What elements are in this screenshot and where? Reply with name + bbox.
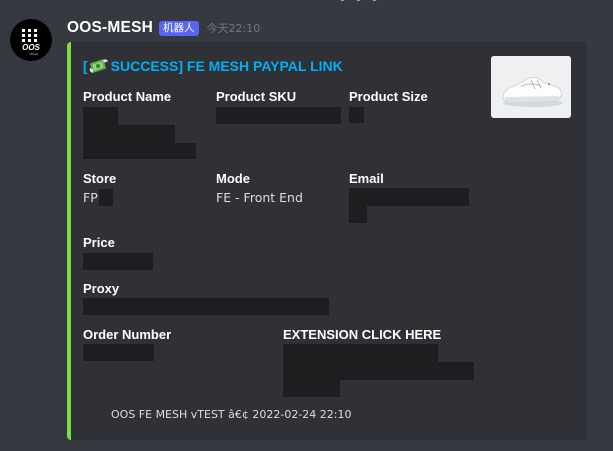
product-thumbnail[interactable] (491, 56, 571, 118)
redacted-value (83, 143, 196, 159)
message-hover-toolbar[interactable] (340, 0, 380, 2)
embed-card: [ SUCCESS] FE MESH PAYPAL LINK Product N… (67, 42, 587, 440)
avatar-logo-text: OOS (22, 43, 40, 52)
discord-message-view: OOS MESH OOS-MESH 机器人 今天22:10 [ SUCCESS]… (0, 0, 613, 451)
field-name-price: Price (83, 235, 115, 250)
field-name-store: Store (83, 171, 117, 186)
bot-tag: 机器人 (159, 20, 199, 36)
field-name-mode: Mode (216, 171, 250, 186)
field-value-store: FP (83, 190, 98, 205)
field-name-order-number: Order Number (83, 327, 172, 342)
redacted-value (83, 107, 118, 125)
embed-title-text: SUCCESS] FE MESH PAYPAL LINK (110, 58, 343, 74)
embed-title-prefix: [ (83, 58, 88, 74)
field-name-product-name: Product Name (83, 89, 172, 104)
field-name-proxy: Proxy (83, 281, 120, 296)
redacted-value (83, 253, 153, 270)
redacted-value (216, 107, 341, 124)
field-name-product-size: Product Size (349, 89, 428, 104)
embed-footer: OOS FE MESH vTEST â€¢ 2022-02-24 22:10 (111, 408, 352, 421)
money-with-wings-icon (89, 58, 109, 75)
field-name-email: Email (349, 171, 384, 186)
field-value-mode: FE - Front End (216, 190, 303, 205)
redacted-value (283, 380, 340, 397)
redacted-value (349, 206, 367, 223)
embed-title[interactable]: [ SUCCESS] FE MESH PAYPAL LINK (83, 56, 343, 76)
avatar-sub-text: MESH (30, 52, 39, 56)
username[interactable]: OOS-MESH (67, 19, 153, 37)
redacted-value (83, 344, 154, 361)
redacted-value (283, 344, 438, 362)
redacted-value (99, 189, 113, 206)
redacted-value (83, 125, 175, 143)
redacted-value (349, 107, 364, 123)
redacted-value (349, 188, 469, 206)
redacted-value (83, 298, 329, 315)
message-timestamp[interactable]: 今天22:10 (207, 20, 261, 36)
avatar[interactable]: OOS MESH (10, 19, 52, 61)
redacted-value (283, 362, 474, 380)
message-header: OOS-MESH 机器人 今天22:10 (67, 18, 260, 38)
extension-link[interactable]: EXTENSION CLICK HERE (283, 327, 441, 342)
field-name-product-sku: Product SKU (216, 89, 297, 104)
